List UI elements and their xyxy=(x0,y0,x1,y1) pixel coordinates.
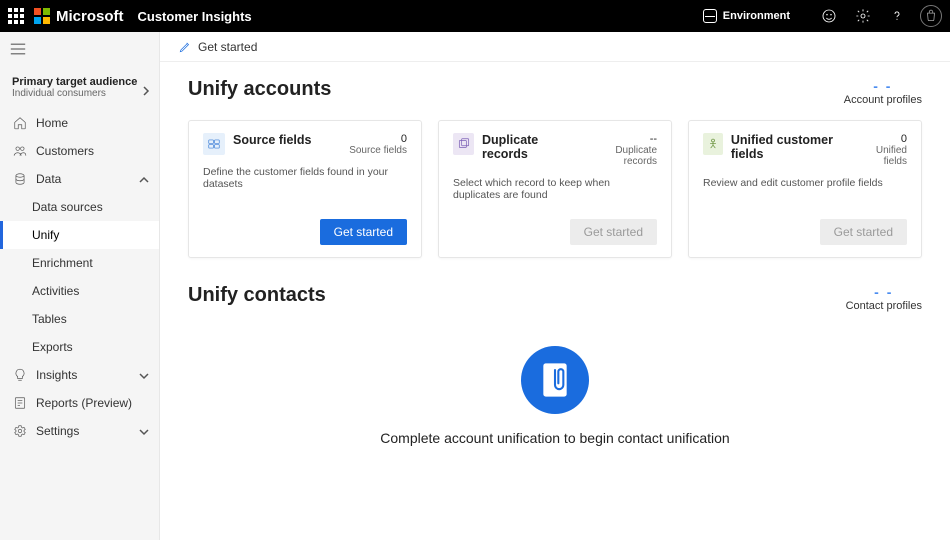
app-launcher-icon[interactable] xyxy=(8,8,24,24)
get-started-button: Get started xyxy=(570,219,657,245)
sidebar-item-insights[interactable]: Insights xyxy=(0,361,159,389)
card-metric-label: Unified fields xyxy=(855,145,907,167)
sidebar-sub-unify[interactable]: Unify xyxy=(0,221,159,249)
card-title: Duplicate records xyxy=(482,133,583,161)
user-avatar[interactable] xyxy=(920,5,942,27)
sidebar-item-customers[interactable]: Customers xyxy=(0,137,159,165)
sidebar-item-label: Data xyxy=(36,172,61,186)
card-source-fields: Source fields 0 Source fields Define the… xyxy=(188,120,422,258)
audience-title: Primary target audience xyxy=(12,76,137,88)
card-metric-value: 0 xyxy=(855,133,907,145)
sidebar-item-data[interactable]: Data xyxy=(0,165,159,193)
edit-icon xyxy=(178,40,192,54)
environment-switcher[interactable]: Environment xyxy=(703,9,790,23)
insights-icon xyxy=(12,367,28,383)
unify-accounts-header: Unify accounts - - Account profiles xyxy=(188,78,922,106)
account-profiles-summary: - - Account profiles xyxy=(844,78,922,106)
card-title: Unified customer fields xyxy=(731,133,856,161)
sidebar-item-label: Reports (Preview) xyxy=(36,396,132,410)
sidebar-item-label: Customers xyxy=(36,144,94,158)
home-icon xyxy=(12,115,28,131)
get-started-button: Get started xyxy=(820,219,907,245)
chevron-right-icon xyxy=(141,83,151,93)
sidebar-sub-enrichment[interactable]: Enrichment xyxy=(0,249,159,277)
unified-fields-icon xyxy=(703,133,723,155)
card-description: Select which record to keep when duplica… xyxy=(453,177,657,201)
help-icon[interactable] xyxy=(888,7,906,25)
settings-icon[interactable] xyxy=(854,7,872,25)
section-title: Unify contacts xyxy=(188,284,326,307)
data-icon xyxy=(12,171,28,187)
sidebar-item-reports[interactable]: Reports (Preview) xyxy=(0,389,159,417)
contacts-empty-state: Complete account unification to begin co… xyxy=(188,326,922,456)
chevron-down-icon xyxy=(139,370,149,380)
card-metric-value: 0 xyxy=(349,133,407,145)
sidebar-sub-exports[interactable]: Exports xyxy=(0,333,159,361)
card-unified-customer-fields: Unified customer fields 0 Unified fields… xyxy=(688,120,922,258)
microsoft-logo-icon xyxy=(34,8,50,24)
get-started-link[interactable]: Get started xyxy=(178,40,257,54)
sidebar-item-label: Insights xyxy=(36,368,77,382)
brand-name: Microsoft xyxy=(56,8,124,25)
gear-icon xyxy=(12,423,28,439)
sidebar-item-label: Home xyxy=(36,116,68,130)
audience-value: Individual consumers xyxy=(12,88,137,99)
main-content: Get started Unify accounts - - Account p… xyxy=(160,32,950,540)
sidebar-item-settings[interactable]: Settings xyxy=(0,417,159,445)
feedback-icon[interactable] xyxy=(820,7,838,25)
get-started-button[interactable]: Get started xyxy=(320,219,407,245)
command-bar: Get started xyxy=(160,32,950,62)
sidebar-sub-data-sources[interactable]: Data sources xyxy=(0,193,159,221)
sidebar-item-label: Settings xyxy=(36,424,79,438)
sidebar-item-home[interactable]: Home xyxy=(0,109,159,137)
customers-icon xyxy=(12,143,28,159)
sidebar-toggle-button[interactable] xyxy=(0,38,159,70)
card-title: Source fields xyxy=(233,133,312,147)
environment-label: Environment xyxy=(723,10,790,22)
unify-contacts-header: Unify contacts - - Contact profiles xyxy=(188,284,922,312)
sidebar-sub-tables[interactable]: Tables xyxy=(0,305,159,333)
reports-icon xyxy=(12,395,28,411)
card-metric-label: Duplicate records xyxy=(583,145,657,167)
card-metric-value: -- xyxy=(583,133,657,145)
audience-switcher[interactable]: Primary target audience Individual consu… xyxy=(0,70,159,109)
sidebar: Primary target audience Individual consu… xyxy=(0,32,160,540)
card-description: Define the customer fields found in your… xyxy=(203,166,407,190)
chevron-up-icon xyxy=(139,174,149,184)
environment-icon xyxy=(703,9,717,23)
contact-profiles-summary: - - Contact profiles xyxy=(846,284,922,312)
card-description: Review and edit customer profile fields xyxy=(703,177,907,189)
empty-state-message: Complete account unification to begin co… xyxy=(188,430,922,446)
sidebar-sub-activities[interactable]: Activities xyxy=(0,277,159,305)
duplicate-records-icon xyxy=(453,133,474,155)
card-metric-label: Source fields xyxy=(349,145,407,156)
app-header: Microsoft Customer Insights Environment xyxy=(0,0,950,32)
source-fields-icon xyxy=(203,133,225,155)
section-title: Unify accounts xyxy=(188,78,331,101)
unify-accounts-cards: Source fields 0 Source fields Define the… xyxy=(188,120,922,258)
card-duplicate-records: Duplicate records -- Duplicate records S… xyxy=(438,120,672,258)
attachment-icon xyxy=(521,346,589,414)
product-name[interactable]: Customer Insights xyxy=(138,9,252,24)
chevron-down-icon xyxy=(139,426,149,436)
